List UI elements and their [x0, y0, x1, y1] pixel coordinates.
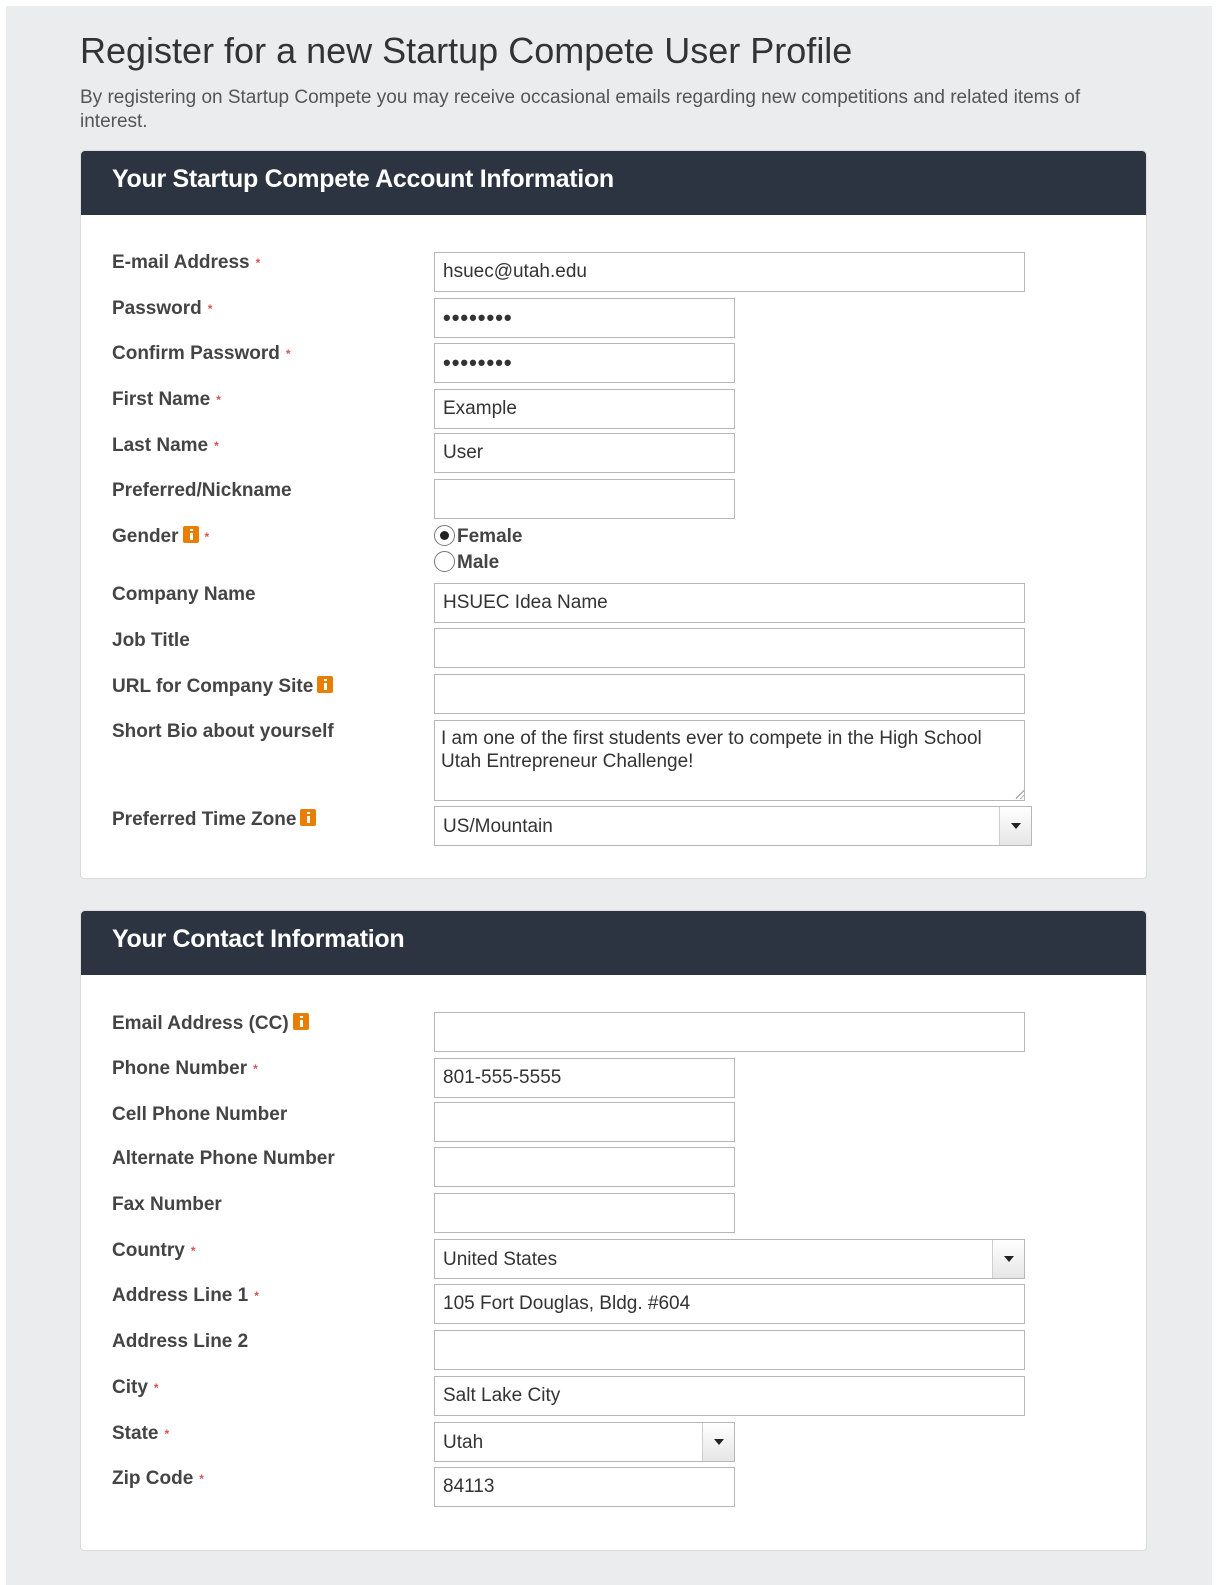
- country-label: Country *: [112, 1240, 196, 1261]
- address1-label: Address Line 1 *: [112, 1285, 259, 1306]
- account-panel-title: Your Startup Compete Account Information: [112, 165, 614, 193]
- last-name-label: Last Name *: [112, 435, 219, 456]
- country-select[interactable]: United States: [434, 1239, 1025, 1279]
- confirm-password-label: Confirm Password *: [112, 343, 291, 364]
- cell-phone-label: Cell Phone Number: [112, 1104, 288, 1125]
- confirm-password-input[interactable]: [434, 343, 735, 383]
- page-background: Register for a new Startup Compete User …: [6, 6, 1212, 1585]
- state-select[interactable]: Utah: [434, 1422, 735, 1462]
- state-label: State *: [112, 1423, 170, 1444]
- bio-textarea[interactable]: I am one of the first students ever to c…: [434, 720, 1025, 801]
- required-marker: *: [253, 1061, 258, 1076]
- radio-checked-icon[interactable]: [434, 525, 455, 546]
- cc-email-input[interactable]: [434, 1012, 1025, 1052]
- password-label: Password *: [112, 298, 213, 319]
- fax-label: Fax Number: [112, 1194, 222, 1215]
- required-marker: *: [254, 1288, 259, 1303]
- alt-phone-label: Alternate Phone Number: [112, 1148, 335, 1169]
- state-value: Utah: [443, 1432, 484, 1453]
- country-value: United States: [443, 1249, 558, 1270]
- company-name-label: Company Name: [112, 584, 256, 605]
- contact-panel-header: Your Contact Information: [81, 911, 1146, 975]
- chevron-down-icon[interactable]: [992, 1240, 1024, 1278]
- bio-label: Short Bio about yourself: [112, 721, 334, 742]
- account-panel: Your Startup Compete Account Information…: [80, 150, 1147, 879]
- zip-input[interactable]: [434, 1467, 735, 1507]
- cc-email-label: Email Address (CC): [112, 1012, 309, 1035]
- radio-unchecked-icon[interactable]: [434, 551, 455, 572]
- required-marker: *: [216, 392, 221, 407]
- time-zone-select[interactable]: US/Mountain: [434, 806, 1032, 846]
- city-label: City *: [112, 1377, 159, 1398]
- resize-grip-icon[interactable]: [1014, 789, 1024, 799]
- required-marker: *: [285, 346, 291, 361]
- fax-input[interactable]: [434, 1193, 735, 1233]
- required-marker: *: [255, 255, 261, 270]
- time-zone-label: Preferred Time Zone: [112, 808, 317, 831]
- job-title-input[interactable]: [434, 628, 1025, 668]
- address2-input[interactable]: [434, 1330, 1025, 1370]
- info-icon[interactable]: [300, 809, 317, 826]
- info-icon[interactable]: [317, 676, 334, 693]
- required-marker: *: [190, 1243, 196, 1258]
- zip-label: Zip Code *: [112, 1468, 204, 1489]
- required-marker: *: [199, 1471, 204, 1486]
- password-input[interactable]: [434, 298, 735, 338]
- city-input[interactable]: [434, 1376, 1025, 1416]
- contact-panel: Your Contact Information Email Address (…: [80, 910, 1147, 1551]
- contact-panel-title: Your Contact Information: [112, 925, 405, 953]
- required-marker: *: [164, 1426, 170, 1441]
- required-marker: *: [204, 529, 210, 544]
- required-marker: *: [214, 438, 219, 453]
- email-label: E-mail Address *: [112, 252, 261, 273]
- first-name-label: First Name *: [112, 389, 221, 410]
- account-panel-header: Your Startup Compete Account Information: [81, 151, 1146, 215]
- info-icon[interactable]: [182, 526, 199, 543]
- alt-phone-input[interactable]: [434, 1147, 735, 1187]
- email-input[interactable]: [434, 252, 1025, 292]
- company-name-input[interactable]: [434, 583, 1025, 623]
- gender-label: Gender *: [112, 526, 210, 547]
- gender-option-male[interactable]: Male: [434, 551, 499, 575]
- first-name-input[interactable]: [434, 389, 735, 429]
- phone-input[interactable]: [434, 1058, 735, 1098]
- phone-label: Phone Number *: [112, 1058, 258, 1079]
- gender-option-female[interactable]: Female: [434, 525, 522, 549]
- nickname-input[interactable]: [434, 479, 735, 519]
- address2-label: Address Line 2: [112, 1331, 249, 1352]
- company-url-label: URL for Company Site: [112, 675, 334, 698]
- chevron-down-icon[interactable]: [999, 807, 1031, 845]
- required-marker: *: [207, 301, 213, 316]
- address1-input[interactable]: [434, 1284, 1025, 1324]
- page-title: Register for a new Startup Compete User …: [80, 30, 853, 71]
- last-name-input[interactable]: [434, 433, 735, 473]
- info-icon[interactable]: [292, 1013, 309, 1030]
- time-zone-value: US/Mountain: [443, 816, 553, 837]
- job-title-label: Job Title: [112, 630, 190, 651]
- nickname-label: Preferred/Nickname: [112, 480, 292, 501]
- page-intro: By registering on Startup Compete you ma…: [80, 87, 1081, 132]
- company-url-input[interactable]: [434, 674, 1025, 714]
- required-marker: *: [153, 1380, 159, 1395]
- chevron-down-icon[interactable]: [702, 1423, 734, 1461]
- cell-phone-input[interactable]: [434, 1102, 735, 1142]
